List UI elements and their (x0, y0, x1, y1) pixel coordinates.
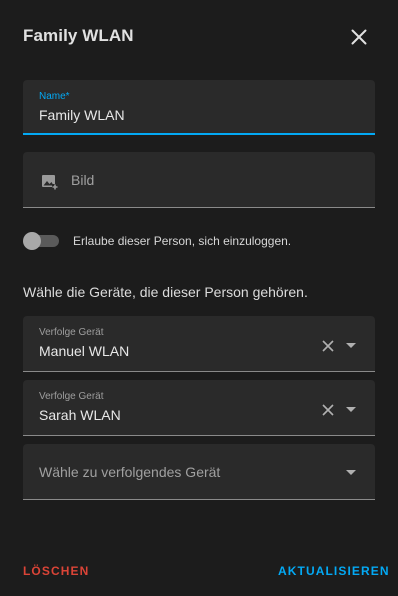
login-toggle[interactable] (23, 232, 59, 250)
device-select-1[interactable]: Verfolge Gerät Manuel WLAN (23, 316, 375, 372)
chevron-down-icon[interactable] (346, 407, 356, 413)
device-select-value: Sarah WLAN (39, 407, 121, 423)
new-device-placeholder: Wähle zu verfolgendes Gerät (39, 464, 221, 480)
chevron-down-icon[interactable] (346, 470, 356, 476)
device-select-label: Verfolge Gerät (39, 391, 104, 402)
name-field[interactable]: Name* Family WLAN (23, 80, 375, 135)
dialog-title: Family WLAN (23, 26, 134, 45)
clear-icon[interactable] (322, 404, 334, 416)
picture-field-label: Bild (71, 172, 95, 188)
image-plus-icon (42, 175, 58, 190)
update-button[interactable]: AKTUALISIEREN (278, 564, 390, 578)
toggle-knob (23, 232, 41, 250)
picture-field[interactable]: Bild (23, 152, 375, 208)
chevron-down-icon[interactable] (346, 343, 356, 349)
device-select-2[interactable]: Verfolge Gerät Sarah WLAN (23, 380, 375, 436)
new-device-select[interactable]: Wähle zu verfolgendes Gerät (23, 444, 375, 500)
clear-icon[interactable] (322, 340, 334, 352)
device-select-value: Manuel WLAN (39, 343, 130, 359)
name-field-label: Name* (39, 91, 70, 102)
person-dialog: Family WLAN Name* Family WLAN Bild Erlau… (0, 0, 398, 596)
close-button[interactable] (344, 22, 374, 52)
delete-button[interactable]: LÖSCHEN (23, 564, 89, 578)
device-select-label: Verfolge Gerät (39, 327, 104, 338)
close-icon (351, 29, 367, 45)
devices-description: Wähle die Geräte, die dieser Person gehö… (23, 284, 308, 300)
login-toggle-label: Erlaube dieser Person, sich einzuloggen. (73, 234, 292, 248)
name-field-value: Family WLAN (39, 107, 125, 123)
